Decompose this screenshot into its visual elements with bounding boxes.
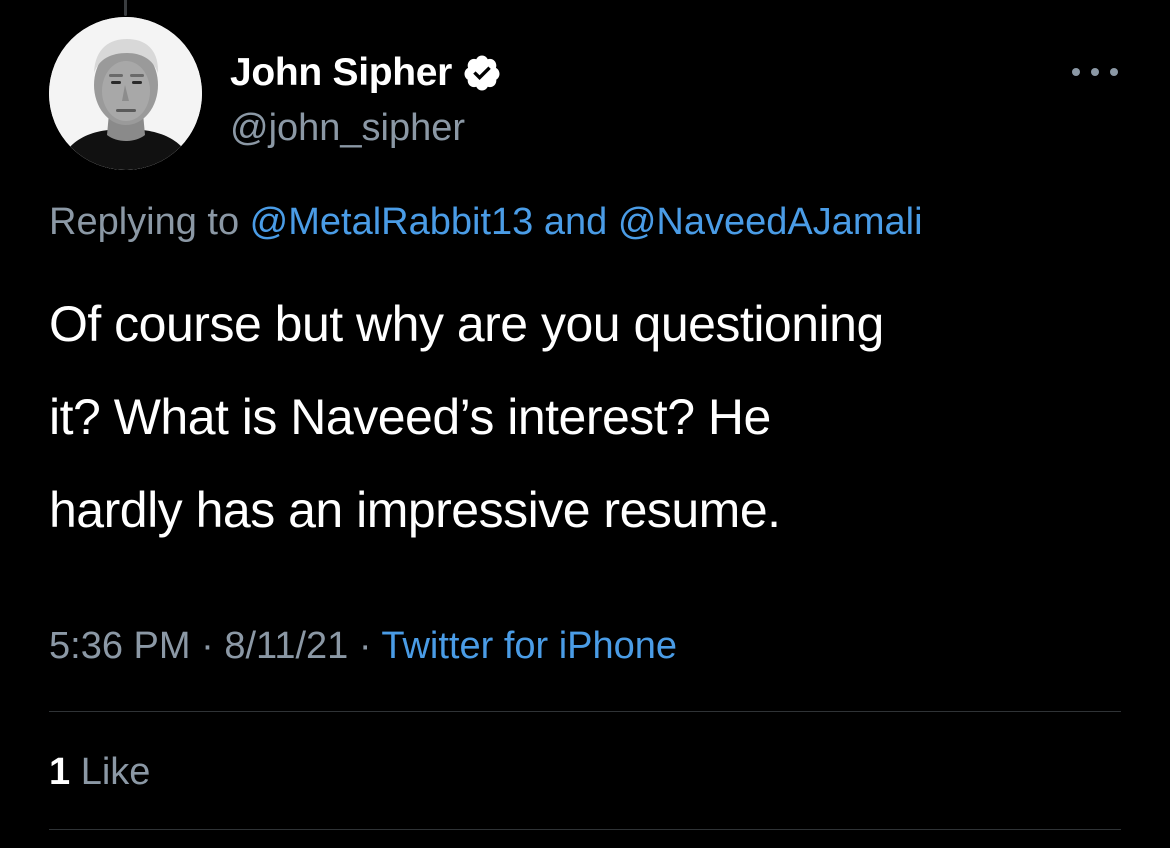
mention-link-metalrabbit13[interactable]: @MetalRabbit13	[250, 201, 534, 243]
like-count: 1	[49, 751, 71, 793]
author-handle[interactable]: @john_sipher	[230, 106, 465, 150]
more-dot	[1110, 68, 1118, 76]
meta-separator: ·	[190, 625, 225, 667]
likes-count-link[interactable]: 1 Like	[49, 746, 150, 798]
replying-to-prefix: Replying to	[49, 201, 250, 243]
more-options-icon[interactable]	[1072, 60, 1118, 84]
thread-connector-line	[124, 0, 127, 16]
tweet-meta-line: 5:36 PM · 8/11/21 · Twitter for iPhone	[49, 620, 677, 672]
verified-badge-icon	[464, 55, 500, 91]
mention-link-naveedajamali[interactable]: @NaveedAJamali	[618, 201, 923, 243]
meta-separator: ·	[348, 625, 382, 667]
divider-top	[49, 711, 1121, 712]
replying-to-line: Replying to @MetalRabbit13 and @NaveedAJ…	[49, 196, 923, 248]
tweet-time[interactable]: 5:36 PM	[49, 625, 191, 667]
divider-bottom	[49, 829, 1121, 830]
author-display-name[interactable]: John Sipher	[230, 50, 452, 96]
more-dot	[1072, 68, 1080, 76]
author-avatar[interactable]	[49, 17, 202, 170]
avatar-portrait-image	[49, 17, 202, 170]
like-label: Like	[70, 751, 151, 793]
replying-to-joiner[interactable]: and	[533, 201, 618, 243]
more-dot	[1091, 68, 1099, 76]
tweet-source-link[interactable]: Twitter for iPhone	[381, 625, 677, 667]
tweet-body-text: Of course but why are you questioning it…	[49, 296, 884, 538]
author-name-row: John Sipher	[230, 50, 502, 96]
tweet-date[interactable]: 8/11/21	[224, 625, 348, 667]
